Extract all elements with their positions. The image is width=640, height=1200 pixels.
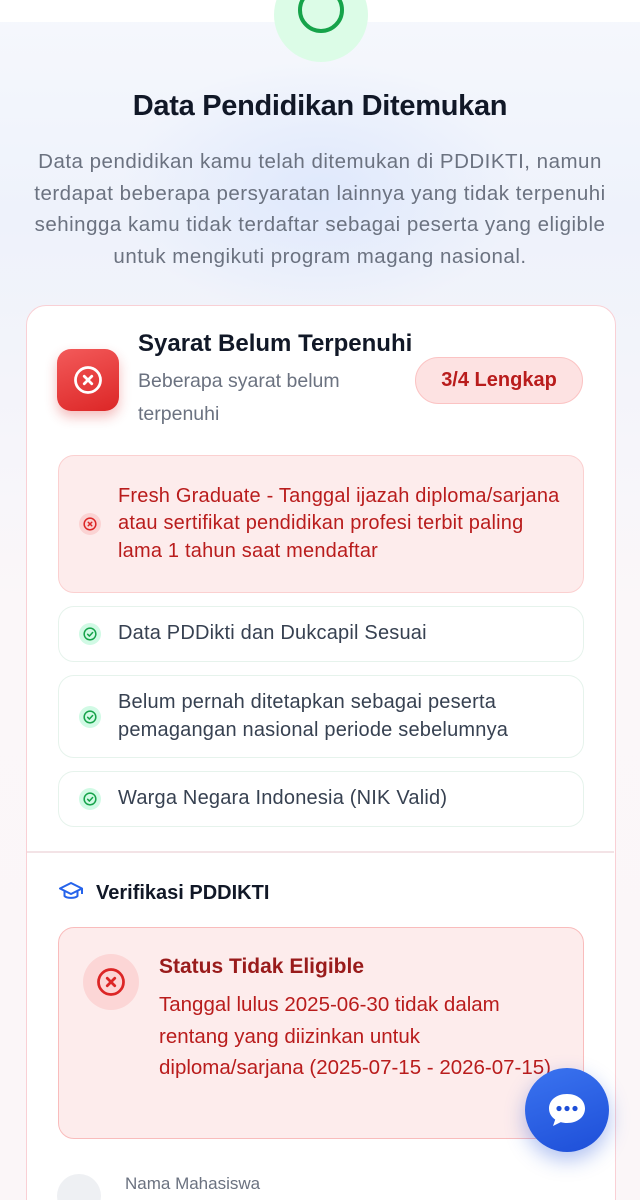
requirement-text: Warga Negara Indonesia (NIK Valid) <box>118 787 448 810</box>
requirement-item-wni: Warga Negara Indonesia (NIK Valid) <box>58 771 584 827</box>
next-field-label: Nama Mahasiswa <box>125 1174 261 1193</box>
x-circle-icon <box>57 349 119 411</box>
page-description: Data pendidikan kamu telah ditemukan di … <box>34 150 606 268</box>
avatar <box>57 1174 101 1200</box>
x-circle-icon <box>83 954 139 1010</box>
check-circle-icon <box>79 705 101 728</box>
status-alert: Status Tidak Eligible Tanggal lulus 2025… <box>58 927 584 1139</box>
graduation-cap-icon <box>58 880 84 907</box>
section-divider <box>27 851 614 853</box>
chat-button[interactable] <box>525 1068 609 1152</box>
requirements-title: Syarat Belum Terpenuhi <box>138 330 413 357</box>
requirement-text: Data PDDikti dan Dukcapil Sesuai <box>118 622 427 645</box>
status-title: Status Tidak Eligible <box>159 955 364 978</box>
verification-title: Verifikasi PDDIKTI <box>96 882 270 904</box>
requirements-subtitle: Beberapa syarat belum terpenuhi <box>138 370 340 425</box>
success-check-icon <box>274 0 368 62</box>
eligibility-card: Syarat Belum Terpenuhi Beberapa syarat b… <box>26 305 616 1200</box>
requirement-item-belum-pernah: Belum pernah ditetapkan sebagai peserta … <box>58 675 584 758</box>
requirement-item-fresh-graduate: Fresh Graduate - Tanggal ijazah diploma/… <box>58 455 584 593</box>
chat-bubble-icon <box>549 1094 585 1126</box>
check-circle-icon <box>79 788 101 810</box>
requirement-text: Belum pernah ditetapkan sebagai peserta … <box>118 691 509 741</box>
page-title: Data Pendidikan Ditemukan <box>132 90 508 122</box>
check-circle-icon <box>79 623 101 645</box>
verification-header: Verifikasi PDDIKTI <box>58 880 269 907</box>
x-circle-icon <box>79 513 101 535</box>
requirement-item-data-sesuai: Data PDDikti dan Dukcapil Sesuai <box>58 606 584 662</box>
requirement-text: Fresh Graduate - Tanggal ijazah diploma/… <box>118 484 560 562</box>
completion-badge: 3/4 Lengkap <box>415 357 583 404</box>
status-message: Tanggal lulus 2025-06-30 tidak dalam ren… <box>159 993 552 1079</box>
